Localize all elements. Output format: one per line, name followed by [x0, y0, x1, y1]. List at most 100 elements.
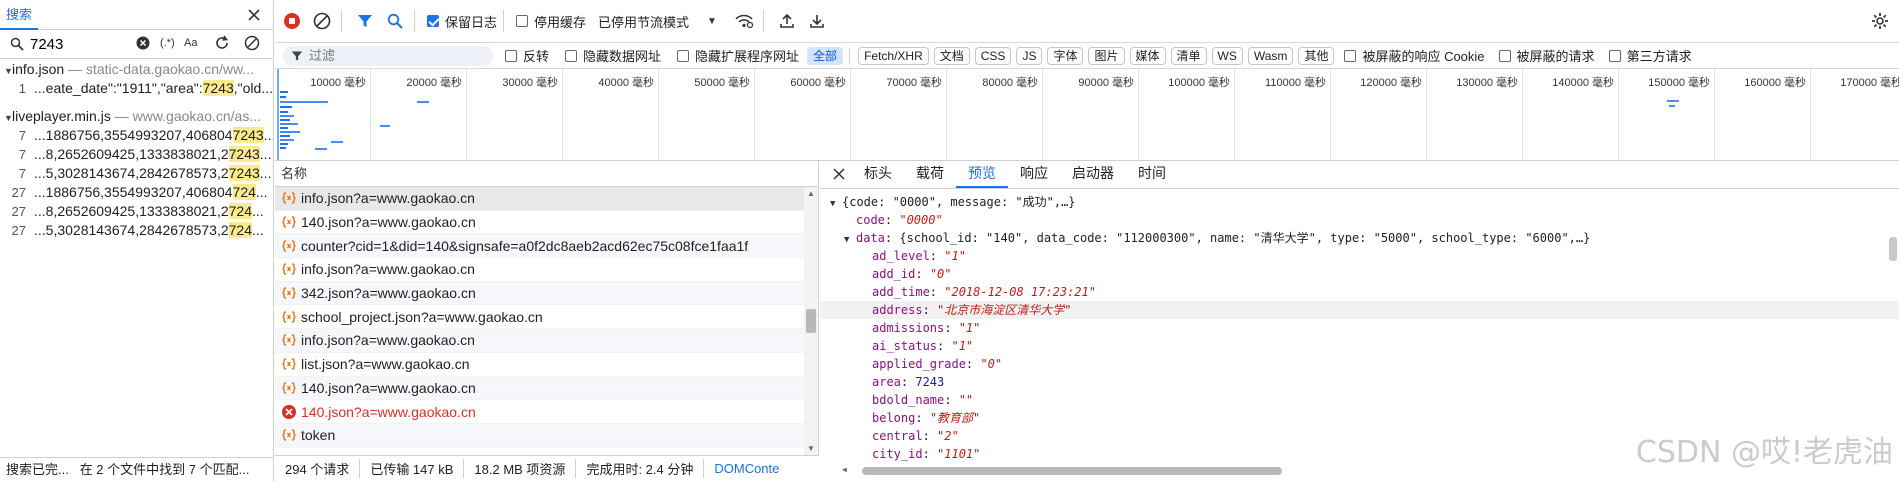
json-field[interactable]: area: 7243 — [820, 373, 1899, 391]
expand-triangle-icon[interactable]: ▼ — [4, 61, 13, 79]
request-row[interactable]: 342.json?a=www.gaokao.cn — [275, 281, 818, 306]
request-row[interactable]: counter?cid=1&did=140&signsafe=a0f2dc8ae… — [275, 234, 818, 259]
throttle-select[interactable]: 已停用节流模式 ▼ — [598, 12, 717, 31]
request-row[interactable]: 140.json?a=www.gaokao.cn — [275, 400, 818, 424]
json-data-node[interactable]: ▼ data: {school_id: "140", data_code: "11… — [820, 229, 1899, 247]
hide-data-urls-checkbox[interactable]: 隐藏数据网址 — [565, 46, 661, 65]
chip-ws[interactable]: WS — [1211, 46, 1243, 65]
checkbox-icon[interactable] — [516, 15, 529, 27]
result-file[interactable]: ▼info.json — static-data.gaokao.cn/ww... — [0, 59, 273, 79]
close-icon[interactable] — [826, 160, 852, 188]
request-row[interactable]: list.json?a=www.gaokao.cn — [275, 353, 818, 377]
clear-log-icon[interactable] — [309, 8, 335, 34]
checkbox-checked-icon[interactable] — [427, 15, 439, 27]
blocked-response-cookies-checkbox[interactable]: 被屏蔽的响应 Cookie — [1344, 46, 1485, 65]
settings-gear-icon[interactable] — [1867, 8, 1893, 34]
checkbox-icon[interactable] — [1344, 49, 1357, 62]
tab-search[interactable]: 搜索 — [0, 0, 39, 30]
filter-input[interactable] — [309, 48, 469, 63]
filter-icon[interactable] — [352, 8, 378, 34]
scrollbar-thumb[interactable] — [862, 467, 1282, 475]
result-file[interactable]: ▼liveplayer.min.js — www.gaokao.cn/as... — [0, 106, 273, 126]
xhr-icon — [281, 261, 297, 277]
result-match[interactable]: 1 ...eate_date":"1911","area":7243,"old.… — [0, 79, 273, 98]
hide-extension-urls-checkbox[interactable]: 隐藏扩展程序网址 — [677, 46, 799, 65]
json-field[interactable]: code: "0000" — [820, 211, 1899, 229]
checkbox-icon[interactable] — [1498, 49, 1511, 62]
request-list-scrollbar[interactable]: ▲ ▼ — [804, 187, 818, 455]
network-conditions-icon[interactable] — [731, 8, 757, 34]
json-field[interactable]: ad_level: "1" — [820, 247, 1899, 265]
chip-fetch-xhr[interactable]: Fetch/XHR — [858, 46, 929, 65]
result-match[interactable]: 7 ...5,3028143674,2842678573,27243... — [0, 164, 273, 183]
request-row[interactable]: info.json?a=www.gaokao.cn — [275, 258, 818, 282]
record-stop-icon[interactable] — [279, 8, 305, 34]
tab-preview[interactable]: 预览 — [956, 160, 1008, 188]
chip-font[interactable]: 字体 — [1047, 46, 1084, 65]
scrollbar-thumb[interactable] — [806, 309, 816, 333]
scroll-left-icon[interactable]: ◀ — [842, 465, 847, 474]
result-match[interactable]: 7 ...1886756,3554993207,4068047243... — [0, 126, 273, 145]
import-har-icon[interactable] — [774, 8, 800, 34]
search-input[interactable] — [30, 34, 130, 55]
preview-vertical-scrollbar[interactable] — [1889, 237, 1897, 261]
request-row[interactable]: info.json?a=www.gaokao.cn — [275, 329, 818, 353]
column-header-name[interactable]: 名称 — [275, 161, 818, 187]
timeline-overview[interactable]: 10000 毫秒 20000 毫秒 30000 毫秒 40000 毫秒 5000… — [275, 69, 1899, 161]
request-row[interactable]: 140.json?a=www.gaokao.cn — [275, 211, 818, 235]
json-field[interactable]: add_id: "0" — [820, 265, 1899, 283]
json-field[interactable]: applied_grade: "0" — [820, 355, 1899, 373]
preserve-log-checkbox[interactable]: 保留日志 — [427, 12, 497, 31]
invert-checkbox[interactable]: 反转 — [505, 46, 549, 65]
search-icon[interactable] — [382, 8, 408, 34]
json-field[interactable]: bdold_name: "" — [820, 391, 1899, 409]
expand-triangle-icon[interactable]: ▼ — [4, 108, 13, 126]
close-icon[interactable] — [246, 7, 262, 23]
checkbox-icon[interactable] — [565, 49, 578, 62]
request-row[interactable]: token — [275, 423, 818, 448]
chip-js[interactable]: JS — [1016, 46, 1043, 65]
tab-timing[interactable]: 时间 — [1126, 160, 1178, 188]
request-row[interactable]: info.json?a=www.gaokao.cn — [275, 187, 818, 211]
refresh-icon[interactable] — [214, 35, 230, 51]
filter-field[interactable] — [283, 45, 493, 66]
tab-response[interactable]: 响应 — [1008, 160, 1060, 188]
result-match[interactable]: 7 ...8,2652609425,1333838021,27243... — [0, 145, 273, 164]
chip-wasm[interactable]: Wasm — [1247, 46, 1294, 65]
request-row[interactable]: school_project.json?a=www.gaokao.cn — [275, 305, 818, 330]
chip-doc[interactable]: 文档 — [933, 46, 970, 65]
checkbox-icon[interactable] — [1608, 49, 1621, 62]
timeline-tick: 40000 毫秒 — [598, 69, 659, 160]
tab-initiator[interactable]: 启动器 — [1060, 160, 1126, 188]
chip-other[interactable]: 其他 — [1298, 46, 1335, 65]
json-field[interactable]: address: "北京市海淀区清华大学" — [820, 301, 1899, 319]
json-field[interactable]: add_time: "2018-12-08 17:23:21" — [820, 283, 1899, 301]
export-har-icon[interactable] — [804, 8, 830, 34]
scroll-up-icon[interactable]: ▲ — [807, 189, 815, 198]
chip-media[interactable]: 媒体 — [1129, 46, 1166, 65]
result-match[interactable]: 27 ...5,3028143674,2842678573,2724... — [0, 221, 273, 240]
clear-search-icon[interactable] — [136, 36, 150, 50]
chip-img[interactable]: 图片 — [1088, 46, 1125, 65]
disable-cache-checkbox[interactable]: 停用缓存 — [516, 12, 586, 31]
clear-icon[interactable] — [244, 35, 260, 51]
chip-manifest[interactable]: 清单 — [1170, 46, 1207, 65]
tab-headers[interactable]: 标头 — [852, 160, 904, 188]
checkbox-icon[interactable] — [505, 49, 517, 62]
third-party-checkbox[interactable]: 第三方请求 — [1608, 46, 1692, 65]
chip-all[interactable]: 全部 — [807, 46, 844, 65]
result-match[interactable]: 27 ...8,2652609425,1333838021,2724... — [0, 202, 273, 221]
json-field[interactable]: belong: "教育部" — [820, 409, 1899, 427]
tab-payload[interactable]: 载荷 — [904, 160, 956, 188]
request-row[interactable]: 140.json?a=www.gaokao.cn — [275, 376, 818, 401]
json-field[interactable]: admissions: "1" — [820, 319, 1899, 337]
blocked-requests-checkbox[interactable]: 被屏蔽的请求 — [1498, 46, 1595, 65]
json-root[interactable]: ▼ {code: "0000", message: "成功",…} — [820, 193, 1899, 211]
match-case-toggle[interactable]: Aa — [184, 37, 197, 49]
chip-css[interactable]: CSS — [974, 46, 1012, 65]
regex-toggle[interactable]: (.*) — [160, 37, 175, 49]
json-field[interactable]: ai_status: "1" — [820, 337, 1899, 355]
checkbox-icon[interactable] — [677, 49, 690, 62]
scroll-down-icon[interactable]: ▼ — [807, 444, 815, 453]
result-match[interactable]: 27 ...1886756,3554993207,406804724... — [0, 183, 273, 202]
